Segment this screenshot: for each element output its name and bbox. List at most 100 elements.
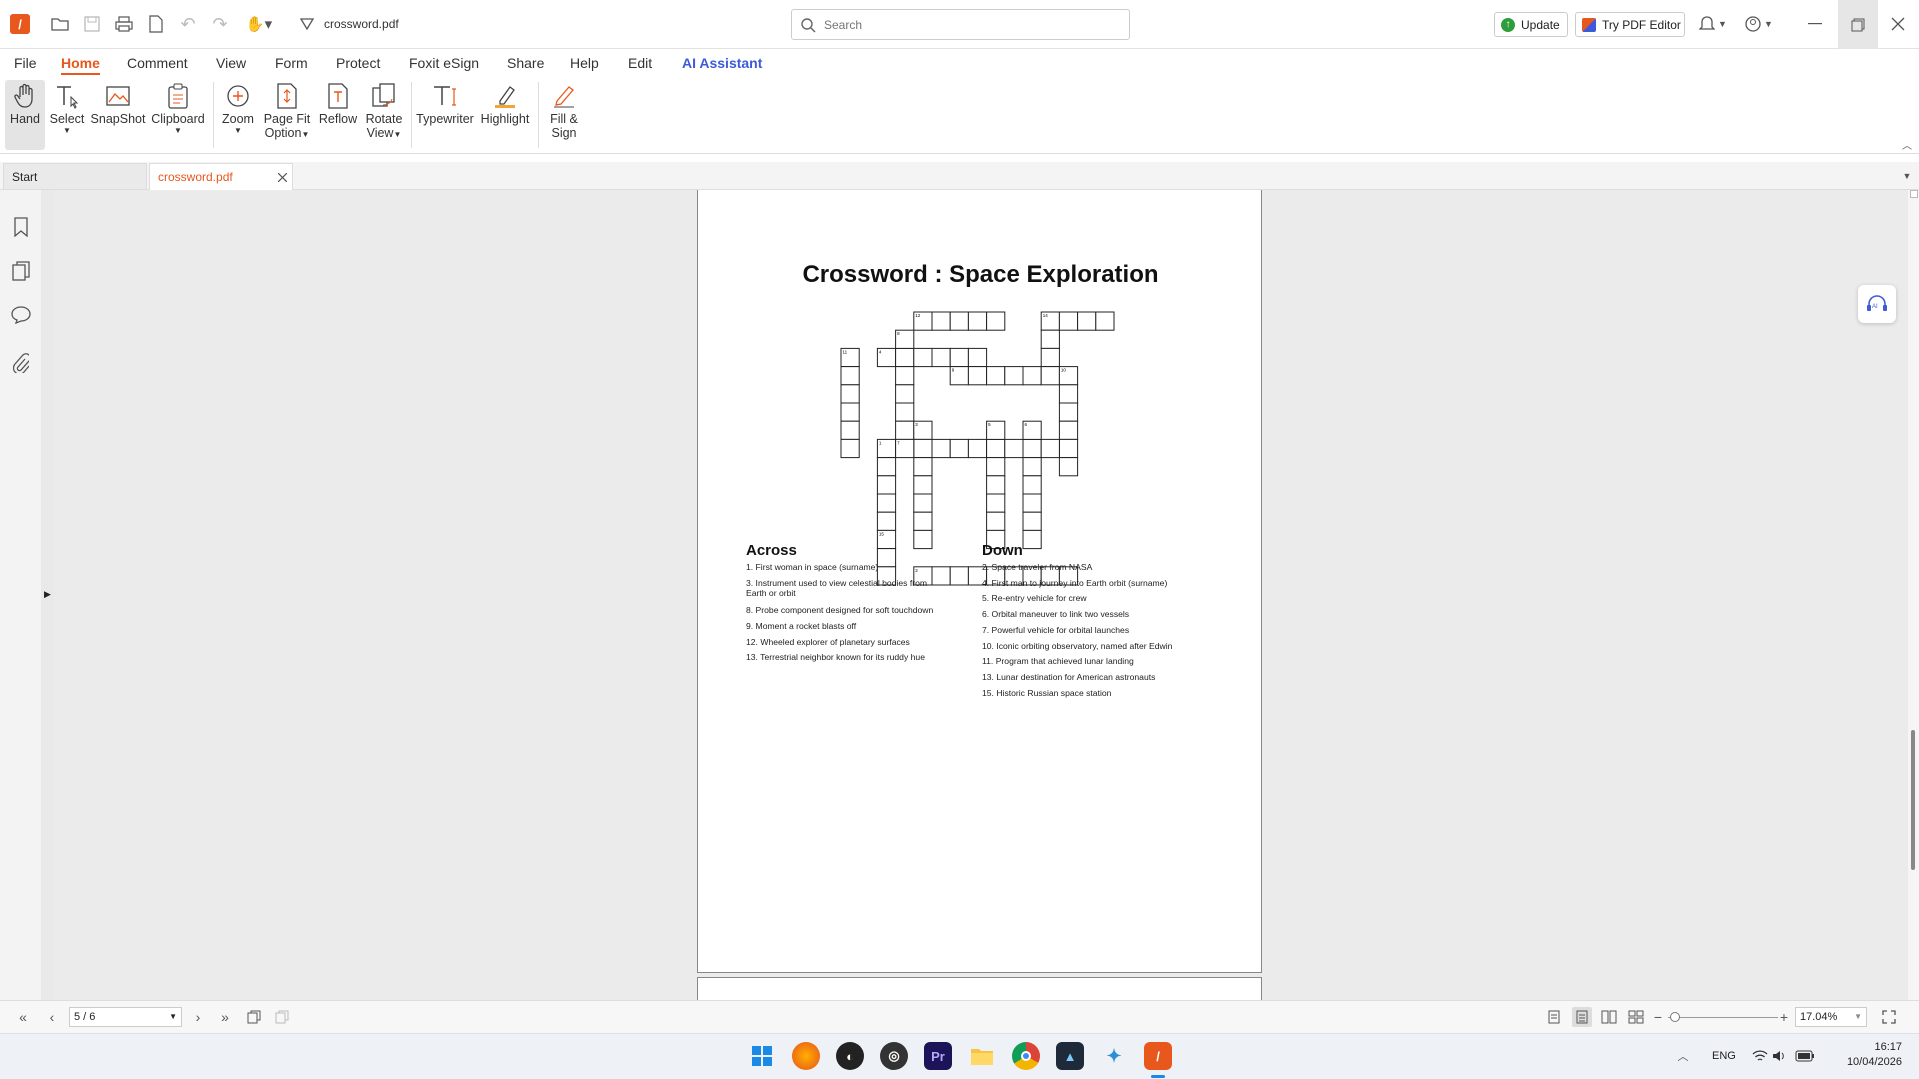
chrome-icon[interactable] bbox=[1012, 1042, 1040, 1070]
notification-bell-icon[interactable]: ▼ bbox=[1696, 14, 1730, 34]
expand-panel-icon[interactable]: ▶ bbox=[43, 588, 52, 600]
snapshot-button[interactable]: SnapShot bbox=[91, 80, 145, 150]
first-page-icon[interactable]: « bbox=[14, 1009, 32, 1025]
fill-sign-button[interactable]: Fill & Sign bbox=[542, 80, 586, 150]
crossword-cell bbox=[913, 347, 933, 368]
search-box[interactable] bbox=[791, 9, 1130, 40]
clue-across: Earth or orbit bbox=[746, 588, 796, 598]
menu-form[interactable]: Form bbox=[275, 55, 308, 71]
next-page-icon[interactable]: › bbox=[190, 1009, 206, 1025]
scroll-top-marker bbox=[1910, 190, 1918, 198]
page-view-icon[interactable] bbox=[245, 1009, 263, 1025]
language-indicator[interactable]: ENG bbox=[1712, 1050, 1736, 1062]
reflow-button[interactable]: Reflow bbox=[316, 80, 360, 150]
page-view-2-icon[interactable] bbox=[273, 1009, 291, 1025]
previous-page-icon[interactable]: ‹ bbox=[44, 1009, 60, 1025]
bookmark-icon[interactable] bbox=[10, 216, 32, 238]
zoom-slider-thumb[interactable] bbox=[1670, 1012, 1680, 1022]
across-heading: Across bbox=[746, 542, 797, 559]
file-explorer-icon[interactable] bbox=[968, 1042, 996, 1070]
restore-icon[interactable] bbox=[1838, 0, 1878, 49]
menu-share[interactable]: Share bbox=[507, 55, 544, 71]
comments-icon[interactable] bbox=[10, 304, 32, 326]
typewriter-button[interactable]: Typewriter bbox=[416, 80, 474, 150]
fill-sign-icon bbox=[548, 80, 580, 112]
app-bird-icon[interactable]: ✦ bbox=[1100, 1042, 1128, 1070]
hand-tool-button[interactable]: Hand bbox=[5, 80, 45, 150]
print-icon[interactable] bbox=[114, 14, 134, 34]
menu-home[interactable]: Home bbox=[61, 55, 100, 75]
panel-expand-strip[interactable]: ▶ bbox=[41, 190, 54, 1000]
single-page-icon[interactable] bbox=[1545, 1009, 1563, 1025]
wifi-icon[interactable] bbox=[1752, 1048, 1768, 1064]
update-button[interactable]: ↑ Update bbox=[1494, 12, 1568, 37]
minimize-icon[interactable] bbox=[1797, 14, 1833, 34]
open-folder-icon[interactable] bbox=[50, 14, 70, 34]
highlight-button[interactable]: Highlight bbox=[478, 80, 532, 150]
rotate-view-button[interactable]: Rotate View▼ bbox=[362, 80, 406, 150]
windows-start-icon[interactable] bbox=[748, 1042, 776, 1070]
zoom-out-icon[interactable]: − bbox=[1651, 1009, 1665, 1025]
foxit-logo-icon[interactable]: / bbox=[10, 14, 30, 34]
firefox-icon[interactable] bbox=[792, 1042, 820, 1070]
tray-chevron-icon[interactable]: ︿ bbox=[1676, 1049, 1690, 1063]
page-fit-option-button[interactable]: Page Fit Option▼ bbox=[262, 80, 312, 150]
account-icon[interactable]: ▼ bbox=[1742, 14, 1776, 34]
document-view[interactable]: Crossword : Space Exploration 12 14 11 4 8 9 1… bbox=[54, 190, 1908, 1000]
menu-help[interactable]: Help bbox=[570, 55, 599, 71]
pages-icon[interactable] bbox=[10, 260, 32, 282]
clock[interactable]: 16:17 10/04/2026 bbox=[1830, 1040, 1902, 1070]
crossword-cell bbox=[967, 311, 988, 331]
menu-view[interactable]: View bbox=[216, 55, 246, 71]
zoom-in-icon[interactable]: + bbox=[1777, 1009, 1791, 1025]
tab-start[interactable]: Start bbox=[3, 163, 147, 190]
last-page-icon[interactable]: » bbox=[216, 1009, 234, 1025]
try-pdf-editor-button[interactable]: Try PDF Editor bbox=[1575, 12, 1685, 37]
close-tab-icon[interactable] bbox=[276, 171, 288, 183]
new-document-icon[interactable] bbox=[146, 14, 166, 34]
terminal-icon[interactable]: ▲ bbox=[1056, 1042, 1084, 1070]
fullscreen-icon[interactable] bbox=[1880, 1009, 1898, 1025]
zoom-level-field[interactable]: 17.04% ▼ bbox=[1795, 1007, 1867, 1027]
redo-icon[interactable]: ↷ bbox=[210, 14, 230, 34]
app-icon[interactable]: ◐ bbox=[836, 1042, 864, 1070]
close-window-icon[interactable] bbox=[1880, 14, 1916, 34]
continuous-facing-icon[interactable] bbox=[1627, 1009, 1645, 1025]
facing-page-icon[interactable] bbox=[1600, 1009, 1618, 1025]
zoom-dropdown-icon[interactable]: ▼ bbox=[1854, 1012, 1862, 1021]
menu-comment[interactable]: Comment bbox=[127, 55, 188, 71]
save-icon[interactable] bbox=[82, 14, 102, 34]
menu-file[interactable]: File bbox=[14, 55, 37, 71]
obs-icon[interactable]: ◎ bbox=[880, 1042, 908, 1070]
tab-list-dropdown-icon[interactable]: ▼ bbox=[1900, 170, 1914, 182]
page-number-field[interactable]: 5 / 6 ▼ bbox=[69, 1007, 182, 1027]
volume-icon[interactable] bbox=[1772, 1048, 1788, 1064]
continuous-page-icon[interactable] bbox=[1572, 1007, 1592, 1027]
collapse-ribbon-icon[interactable]: ︿ bbox=[1900, 137, 1914, 152]
battery-icon[interactable] bbox=[1795, 1048, 1815, 1064]
clipboard-button[interactable]: Clipboard ▼ bbox=[150, 80, 206, 150]
select-tool-button[interactable]: Select ▼ bbox=[48, 80, 86, 150]
zoom-button[interactable]: Zoom ▼ bbox=[218, 80, 258, 150]
zoom-slider[interactable] bbox=[1668, 1012, 1778, 1022]
premiere-icon[interactable]: Pr bbox=[924, 1042, 952, 1070]
vertical-scrollbar[interactable] bbox=[1908, 190, 1919, 1000]
page-dropdown-icon[interactable]: ▼ bbox=[169, 1012, 177, 1021]
menu-edit[interactable]: Edit bbox=[628, 55, 652, 71]
clue-across: 13. Terrestrial neighbor known for its r… bbox=[746, 652, 925, 662]
tab-crossword-pdf[interactable]: crossword.pdf bbox=[149, 163, 293, 190]
crossword-cell bbox=[1077, 311, 1097, 331]
hand-tool-quick-icon[interactable]: ✋▾ bbox=[244, 14, 274, 34]
menu-foxit-esign[interactable]: Foxit eSign bbox=[409, 55, 479, 71]
crossword-cell bbox=[1058, 420, 1079, 440]
menu-protect[interactable]: Protect bbox=[336, 55, 380, 71]
attachment-icon[interactable] bbox=[10, 352, 32, 374]
foxit-taskbar-icon[interactable]: / bbox=[1144, 1042, 1172, 1070]
crossword-cell bbox=[913, 475, 933, 495]
undo-icon[interactable]: ↶ bbox=[178, 14, 198, 34]
menu-ai-assistant[interactable]: AI Assistant bbox=[682, 55, 762, 71]
scroll-thumb[interactable] bbox=[1911, 730, 1915, 870]
crossword-cell bbox=[986, 366, 1006, 386]
search-input[interactable] bbox=[824, 16, 1114, 34]
ai-assistant-float-button[interactable]: AI bbox=[1858, 285, 1896, 323]
